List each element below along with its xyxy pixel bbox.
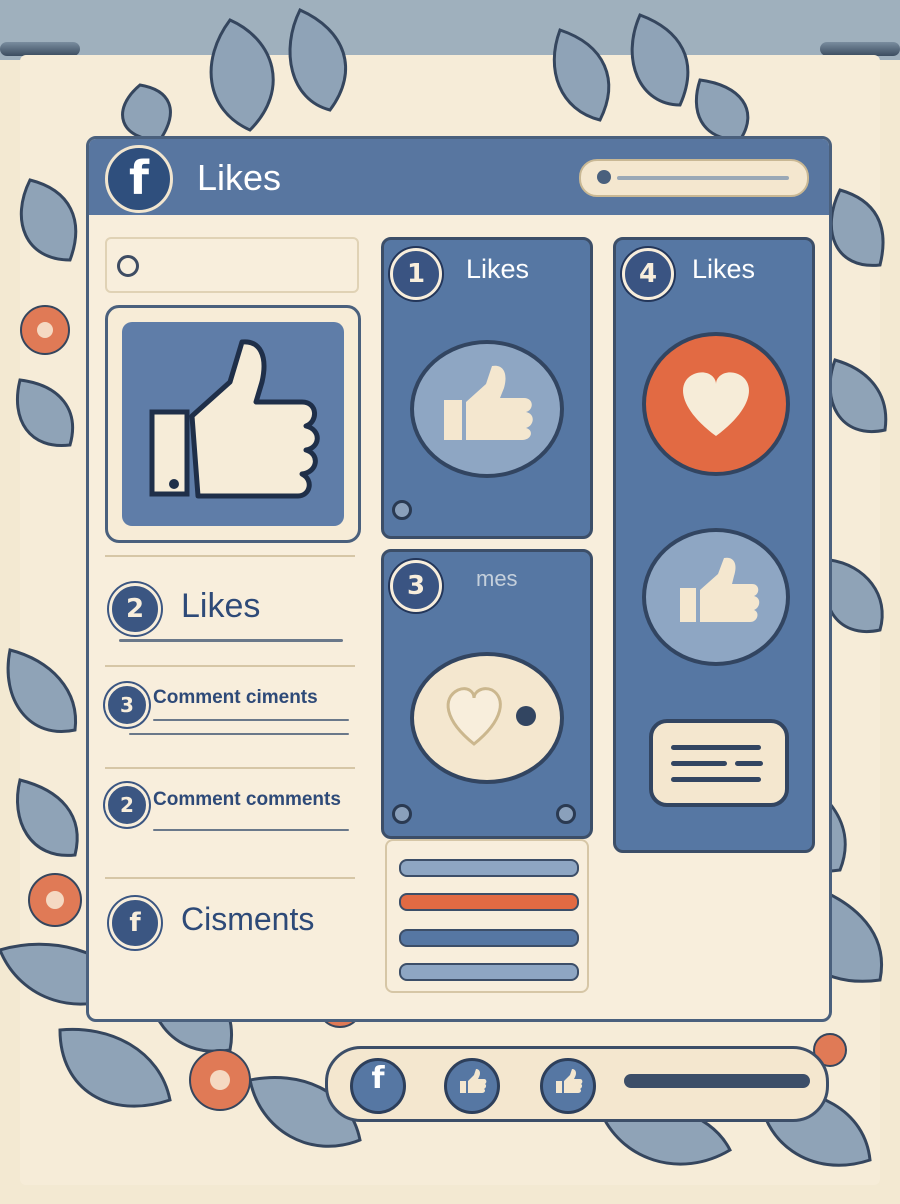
feed-bar[interactable] bbox=[399, 963, 579, 981]
text-line bbox=[153, 829, 349, 831]
list-item-label: Likes bbox=[181, 587, 261, 625]
text-line bbox=[129, 733, 349, 735]
count-badge: 2 bbox=[109, 583, 161, 635]
thumbs-up-icon bbox=[149, 339, 320, 499]
search-toggle-knob bbox=[597, 170, 611, 184]
count-badge: 1 bbox=[390, 248, 442, 300]
panel-1[interactable]: 1 Likes bbox=[381, 237, 593, 539]
panel-label: mes bbox=[476, 566, 518, 591]
profile-dot-icon bbox=[117, 255, 139, 277]
leaf-icon bbox=[828, 358, 888, 433]
message-line bbox=[671, 761, 727, 766]
facebook-button[interactable]: f bbox=[350, 1058, 406, 1114]
panel-header: 1 Likes bbox=[384, 240, 590, 300]
thumbs-up-icon bbox=[680, 557, 760, 622]
app-window: f Likes 2 Likes 3 Comment ciments 2 Comm… bbox=[86, 136, 832, 1022]
facebook-icon: f bbox=[371, 1061, 385, 1096]
list-item-label: Cisments bbox=[181, 901, 315, 937]
list-item-label: Comment ciments bbox=[153, 687, 318, 708]
thumbs-up-icon bbox=[444, 365, 533, 440]
feed-bars bbox=[385, 839, 589, 993]
title-bar: f Likes bbox=[89, 139, 829, 215]
list-item-comment-1[interactable]: 3 Comment ciments bbox=[105, 665, 355, 757]
count-badge: 2 bbox=[105, 783, 149, 827]
slider[interactable] bbox=[624, 1074, 810, 1088]
leaf-icon bbox=[829, 188, 885, 267]
leaf-icon bbox=[15, 778, 79, 857]
count-badge: 4 bbox=[622, 248, 674, 300]
leaf-icon bbox=[19, 178, 78, 262]
message-line bbox=[671, 777, 761, 782]
thumbs-up-icon bbox=[460, 1069, 487, 1093]
panel-header: 3 mes bbox=[384, 552, 590, 612]
leaf-icon bbox=[121, 83, 172, 142]
like-card-inner bbox=[122, 322, 344, 526]
heart-bubble[interactable] bbox=[410, 652, 564, 784]
text-line bbox=[153, 719, 349, 721]
leaf-icon bbox=[630, 13, 690, 107]
leaf-icon bbox=[209, 18, 275, 132]
heart-icon bbox=[683, 372, 749, 436]
list-item-likes[interactable]: 2 Likes bbox=[105, 555, 355, 657]
panel-header: 4 Likes bbox=[616, 240, 812, 300]
thumbs-up-bubble[interactable] bbox=[642, 528, 790, 666]
like-card[interactable] bbox=[105, 305, 361, 543]
panel-label: Likes bbox=[692, 254, 756, 284]
leaf-icon bbox=[15, 378, 75, 448]
like-button[interactable] bbox=[444, 1058, 500, 1114]
thumbs-up-icon bbox=[556, 1069, 583, 1093]
message-icon[interactable] bbox=[649, 719, 789, 807]
facebook-icon: f bbox=[109, 897, 161, 949]
feed-bar-highlight[interactable] bbox=[399, 893, 579, 911]
leaf-icon bbox=[288, 8, 348, 112]
page-title: Likes bbox=[197, 157, 282, 198]
list-item-label: Comment comments bbox=[153, 789, 341, 810]
facebook-icon[interactable]: f bbox=[105, 145, 173, 213]
list-item-comment-2[interactable]: 2 Comment comments bbox=[105, 767, 355, 869]
heart-icon bbox=[446, 687, 536, 746]
panel-label: Likes bbox=[466, 254, 530, 284]
profile-bar[interactable] bbox=[105, 237, 359, 293]
message-line bbox=[735, 761, 763, 766]
progress-line bbox=[119, 639, 343, 642]
leaf-icon bbox=[823, 558, 884, 633]
search-track bbox=[617, 176, 789, 180]
search-input[interactable] bbox=[579, 159, 809, 197]
count-badge: 3 bbox=[105, 683, 149, 727]
panel-3[interactable]: 3 mes bbox=[381, 549, 593, 839]
feed-bar[interactable] bbox=[399, 859, 579, 877]
bottom-toolbar: f bbox=[325, 1046, 829, 1122]
screw-decoration bbox=[392, 500, 412, 520]
count-badge: 3 bbox=[390, 560, 442, 612]
list-item-bottom[interactable]: f Cisments bbox=[105, 877, 355, 955]
feed-bar[interactable] bbox=[399, 929, 579, 947]
leaf-icon bbox=[58, 1027, 172, 1108]
leaf-icon bbox=[552, 28, 611, 122]
leaf-icon bbox=[6, 648, 78, 733]
thumbs-up-bubble[interactable] bbox=[410, 340, 564, 478]
screw-decoration bbox=[556, 804, 576, 824]
message-line bbox=[671, 745, 761, 750]
heart-bubble[interactable] bbox=[642, 332, 790, 476]
screw-decoration bbox=[392, 804, 412, 824]
leaf-icon bbox=[694, 78, 750, 142]
flower-center bbox=[37, 322, 53, 338]
flower-center bbox=[46, 891, 64, 909]
flower-center bbox=[210, 1070, 230, 1090]
like-button-alt[interactable] bbox=[540, 1058, 596, 1114]
